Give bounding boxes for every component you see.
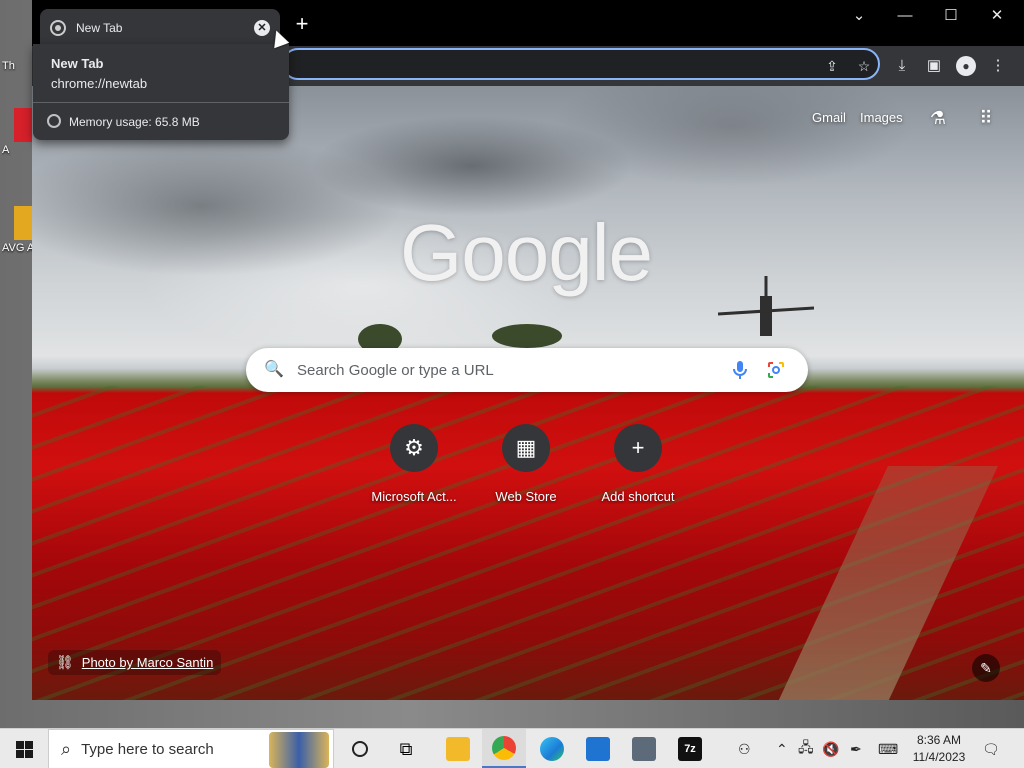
touch-keyboard-icon[interactable]: ⌨: [878, 729, 898, 768]
taskbar-search-placeholder: Type here to search: [81, 740, 214, 758]
show-hidden-icons-chevron-icon[interactable]: ⌃: [776, 729, 788, 768]
volume-muted-icon[interactable]: 🔇: [822, 729, 839, 768]
background-tree: [492, 324, 562, 348]
shortcut-microsoft-activity[interactable]: ⚙ Microsoft Act...: [359, 424, 469, 504]
profile-avatar-icon[interactable]: ●: [956, 56, 976, 76]
minimize-button[interactable]: —: [882, 4, 928, 28]
avg-app-icon: [14, 206, 32, 240]
desktop-icon-label: A: [2, 144, 10, 156]
shortcut-label: Microsoft Act...: [371, 489, 457, 504]
system-clock[interactable]: 8:36 AM 11/4/2023: [908, 732, 970, 766]
desktop-icon-label: Th: [2, 60, 15, 72]
edge-icon: [540, 737, 564, 761]
side-panel-icon[interactable]: ▣: [924, 56, 944, 76]
link-icon: ⛓: [56, 654, 74, 670]
store-icon: [586, 737, 610, 761]
apps-grid-icon[interactable]: ⠿: [974, 106, 998, 130]
folder-icon: [446, 737, 470, 761]
windows-taskbar: ⌕ Type here to search ⧉ 7z ⚇ ⌃ 🖧 🔇 ✒ ⌨ 8…: [0, 728, 1024, 768]
google-logo: Google: [400, 208, 653, 297]
maximize-button[interactable]: ☐: [928, 4, 974, 28]
task-view-icon: ⧉: [399, 738, 413, 759]
google-search-box[interactable]: 🔍 Search Google or type a URL: [246, 348, 808, 392]
pen-workspace-icon[interactable]: ✒: [850, 729, 862, 768]
shortcut-add[interactable]: + Add shortcut: [583, 424, 693, 504]
address-bar[interactable]: ⇪ ☆: [282, 48, 880, 80]
search-icon: 🔍: [264, 361, 284, 378]
notifications-icon[interactable]: 🗨: [982, 729, 1000, 768]
7zip-icon: 7z: [678, 737, 702, 761]
hover-card-url: chrome://newtab: [51, 76, 148, 91]
new-tab-page: Gmail Images ⚗ ⠿ Google 🔍 Search Google …: [32, 86, 1024, 700]
desktop-icon-partial[interactable]: Th: [2, 60, 32, 72]
avg-app-icon: [14, 108, 32, 142]
taskbar-search[interactable]: ⌕ Type here to search: [48, 729, 334, 768]
tab-close-icon[interactable]: ✕: [254, 19, 270, 36]
hover-card-title: New Tab: [51, 56, 104, 71]
images-link[interactable]: Images: [860, 110, 903, 125]
7zip-taskbar-button[interactable]: 7z: [668, 729, 712, 768]
tab-new-tab[interactable]: New Tab ✕: [40, 9, 280, 46]
close-window-button[interactable]: ✕: [974, 4, 1020, 28]
desktop-icon-avg-2[interactable]: AVG A F: [2, 206, 32, 254]
hover-card-memory: Memory usage: 65.8 MB: [69, 115, 200, 129]
shortcut-label: Web Store: [495, 489, 557, 504]
cortana-circle-icon: [352, 741, 368, 757]
cortana-button[interactable]: [338, 729, 382, 768]
edge-taskbar-button[interactable]: [530, 729, 574, 768]
tab-strip: New Tab ✕ + ⌄ — ☐ ✕: [32, 0, 1024, 46]
task-view-button[interactable]: ⧉: [384, 729, 428, 768]
photo-attribution: ⛓ Photo by Marco Santin: [48, 650, 222, 675]
plus-icon: +: [614, 424, 662, 472]
labs-flask-icon[interactable]: ⚗: [926, 106, 950, 130]
file-explorer-button[interactable]: [436, 729, 480, 768]
people-icon[interactable]: ⚇: [738, 729, 751, 768]
clock-date: 11/4/2023: [912, 750, 966, 764]
more-menu-icon[interactable]: ⋮: [988, 56, 1008, 76]
new-tab-button[interactable]: +: [290, 12, 314, 36]
attribution-link[interactable]: Photo by Marco Santin: [82, 655, 214, 670]
search-highlight-image: [269, 732, 329, 768]
chrome-favicon-icon: [50, 19, 66, 36]
search-icon: ⌕: [61, 738, 72, 759]
clock-time: 8:36 AM: [916, 733, 962, 747]
desktop-icon-label: AVG A F: [2, 242, 32, 254]
search-placeholder: Search Google or type a URL: [297, 362, 494, 379]
web-store-icon: ▦: [502, 424, 550, 472]
download-icon[interactable]: ⤓: [892, 56, 912, 76]
start-button[interactable]: [0, 729, 48, 768]
bookmark-star-icon[interactable]: ☆: [856, 58, 872, 74]
calculator-icon: [632, 737, 656, 761]
tab-hover-card: New Tab chrome://newtab Memory usage: 65…: [33, 44, 289, 140]
share-icon[interactable]: ⇪: [824, 58, 840, 74]
network-icon[interactable]: 🖧: [798, 729, 814, 768]
windows-logo-icon: [15, 740, 33, 758]
tab-title: New Tab: [76, 20, 123, 35]
memory-gauge-icon: [47, 114, 61, 128]
shortcut-label: Add shortcut: [601, 489, 675, 504]
store-taskbar-button[interactable]: [576, 729, 620, 768]
windmill-illustration: [718, 276, 814, 336]
shortcut-web-store[interactable]: ▦ Web Store: [471, 424, 581, 504]
microphone-icon[interactable]: [732, 360, 748, 380]
hover-card-divider: [33, 102, 289, 103]
google-lens-icon[interactable]: [767, 361, 785, 379]
calculator-taskbar-button[interactable]: [622, 729, 666, 768]
desktop-icon-avg[interactable]: A: [2, 108, 32, 156]
gear-icon: ⚙: [390, 424, 438, 472]
customize-pencil-icon[interactable]: ✎: [972, 654, 1000, 682]
chrome-icon: [492, 735, 516, 760]
gmail-link[interactable]: Gmail: [812, 110, 846, 125]
chrome-taskbar-button[interactable]: [482, 729, 526, 768]
tab-search-dropdown-icon[interactable]: ⌄: [836, 4, 882, 28]
